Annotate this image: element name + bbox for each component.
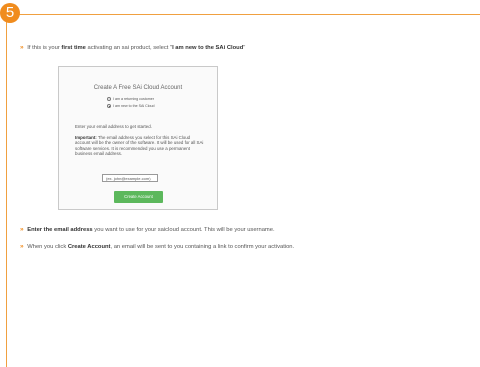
step-number-badge: 5 bbox=[0, 3, 20, 23]
radio-on-icon bbox=[107, 104, 111, 109]
chevron-icon: » bbox=[20, 243, 24, 250]
bullet-create-account: » When you click Create Account, an emai… bbox=[20, 243, 295, 250]
create-account-button[interactable]: Create Account bbox=[114, 191, 163, 203]
important-note: Important: The email address you select … bbox=[75, 135, 204, 157]
radio-off-icon bbox=[107, 97, 111, 102]
card-title: Create A Free SAi Cloud Account bbox=[93, 85, 183, 91]
chevron-icon: » bbox=[20, 44, 24, 51]
radio-returning-customer[interactable]: I am a returning customer bbox=[107, 97, 154, 102]
radio-new-customer[interactable]: I am new to the SAi Cloud bbox=[107, 104, 155, 109]
bullet-enter-email: » Enter the email address you want to us… bbox=[20, 226, 275, 233]
card-prompt: Enter your email address to get started. bbox=[75, 124, 152, 129]
create-account-card: Create A Free SAi Cloud Account I am a r… bbox=[58, 66, 218, 210]
intro-instruction: » If this is your first time activating … bbox=[20, 44, 246, 51]
email-input[interactable]: (ex. john@example.com) bbox=[102, 174, 158, 182]
chevron-icon: » bbox=[20, 226, 24, 233]
